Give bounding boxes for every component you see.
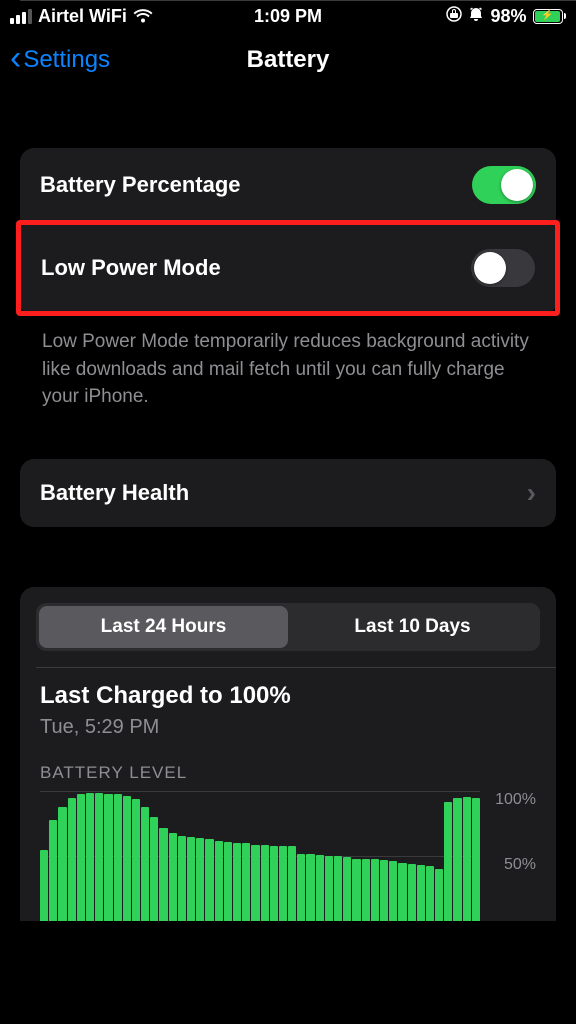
low-power-mode-label: Low Power Mode [41,255,221,281]
chart-bar [426,866,434,920]
chart-bar [288,846,296,921]
chart-bar [86,793,94,921]
alarm-icon [468,6,484,27]
carrier-label: Airtel WiFi [38,6,127,27]
back-label: Settings [23,46,110,74]
chevron-left-icon: ‹ [10,41,21,75]
chart-bar [95,793,103,921]
chart-bar [297,854,305,921]
last-charged-block: Last Charged to 100% Tue, 5:29 PM [20,668,556,739]
chart-bar [104,794,112,920]
y-tick-50: 50% [488,856,536,874]
chart-bar [77,794,85,920]
chart-bar [380,860,388,921]
chart-bar [178,836,186,921]
battery-health-label: Battery Health [40,480,189,506]
chart-bar [58,807,66,921]
chart-bar [408,864,416,921]
battery-toggles-group: Battery Percentage Low Power Mode [20,148,556,316]
cellular-signal-icon [10,9,32,24]
rotation-lock-icon [446,6,462,27]
chart-bar [316,855,324,921]
chart-bar [463,797,471,921]
battery-percentage-toggle[interactable] [472,166,536,204]
battery-health-row[interactable]: Battery Health › [20,459,556,527]
chart-bar [279,846,287,921]
chart-bar [233,843,241,920]
chart-bar [472,798,480,921]
wifi-icon [133,9,153,24]
last-charged-subtitle: Tue, 5:29 PM [40,716,536,739]
battery-level-chart [40,791,480,921]
chart-bar [242,843,250,920]
chart-bar [150,817,158,920]
battery-usage-card: Last 24 Hours Last 10 Days Last Charged … [20,587,556,921]
tab-last-24-hours[interactable]: Last 24 Hours [39,606,288,648]
chart-bar [270,846,278,921]
battery-level-chart-label: BATTERY LEVEL [40,763,536,783]
tab-last-10-days[interactable]: Last 10 Days [288,606,537,648]
chart-bar [325,856,333,921]
battery-health-group: Battery Health › [20,459,556,527]
low-power-mode-toggle[interactable] [471,249,535,287]
chart-bar [453,798,461,921]
status-bar: Airtel WiFi 1:09 PM 98% ⚡ [0,0,576,32]
chart-bar [251,845,259,921]
back-button[interactable]: ‹ Settings [10,45,110,75]
chart-bar [68,798,76,921]
battery-percentage-label: Battery Percentage [40,172,241,198]
usage-range-segmented-control: Last 24 Hours Last 10 Days [36,603,540,651]
battery-percent-label: 98% [490,6,526,27]
chart-bar [343,857,351,920]
low-power-mode-highlight: Low Power Mode [16,220,560,316]
chart-bar [123,796,131,921]
chart-bar [169,833,177,921]
chart-bar [141,807,149,921]
chart-bar [224,842,232,921]
chevron-right-icon: › [527,477,536,509]
chart-bar [261,845,269,921]
chart-bar [352,859,360,921]
chart-bar [114,794,122,920]
charging-bolt-icon: ⚡ [541,11,553,21]
chart-bar [40,850,48,921]
chart-bar [306,854,314,921]
chart-bar [362,859,370,921]
chart-bar [334,856,342,921]
chart-bar [215,841,223,921]
chart-bar [196,838,204,921]
chart-bar [187,837,195,921]
nav-header: ‹ Settings Battery [0,32,576,88]
battery-icon: ⚡ [533,9,567,24]
chart-bar [444,802,452,921]
y-tick-100: 100% [488,791,536,809]
chart-bar [389,861,397,920]
chart-bar [398,863,406,921]
chart-bar [132,799,140,920]
chart-bar [371,859,379,921]
chart-bar [49,820,57,921]
last-charged-title: Last Charged to 100% [40,682,536,710]
chart-bar [159,828,167,921]
chart-bar [417,865,425,920]
battery-level-y-axis: 100% 50% [480,791,536,921]
low-power-mode-row: Low Power Mode [21,225,555,311]
low-power-mode-description: Low Power Mode temporarily reduces backg… [20,314,556,411]
chart-bar [205,839,213,920]
battery-percentage-row: Battery Percentage [20,148,556,222]
chart-bar [435,869,443,921]
